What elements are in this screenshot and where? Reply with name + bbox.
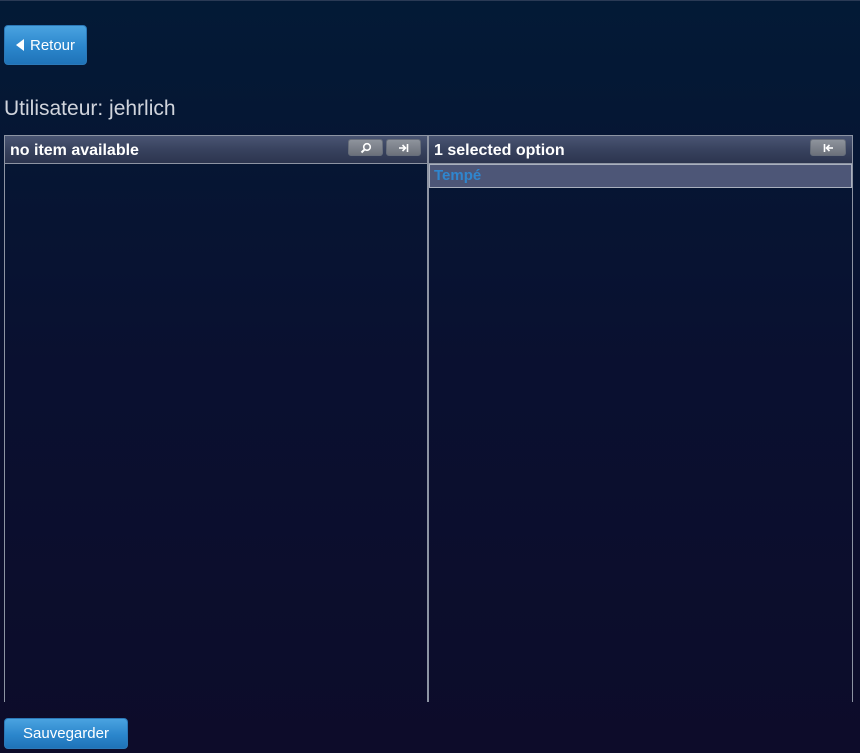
remove-all-button[interactable] (810, 139, 846, 156)
available-panel-header: no item available (5, 136, 427, 164)
magnifier-icon (360, 142, 371, 153)
back-button-label: Retour (29, 36, 76, 54)
selected-items-list: Tempé (429, 164, 852, 188)
bar-arrow-left-icon (823, 143, 833, 152)
arrow-right-bar-icon (398, 143, 408, 152)
back-button[interactable]: Retour (4, 25, 87, 65)
available-items-panel: no item available (4, 135, 428, 702)
save-button[interactable]: Sauvegarder (4, 718, 128, 749)
selected-panel-title: 1 selected option (434, 141, 565, 159)
selected-panel-header: 1 selected option (429, 136, 852, 164)
selected-items-panel: 1 selected option Tempé (428, 135, 853, 702)
page-title: Utilisateur: jehrlich (4, 97, 176, 120)
list-item[interactable]: Tempé (429, 164, 852, 188)
search-button[interactable] (348, 139, 383, 156)
triangle-left-icon (15, 39, 24, 51)
add-all-button[interactable] (386, 139, 421, 156)
available-panel-title: no item available (10, 141, 139, 159)
top-divider (0, 0, 860, 1)
